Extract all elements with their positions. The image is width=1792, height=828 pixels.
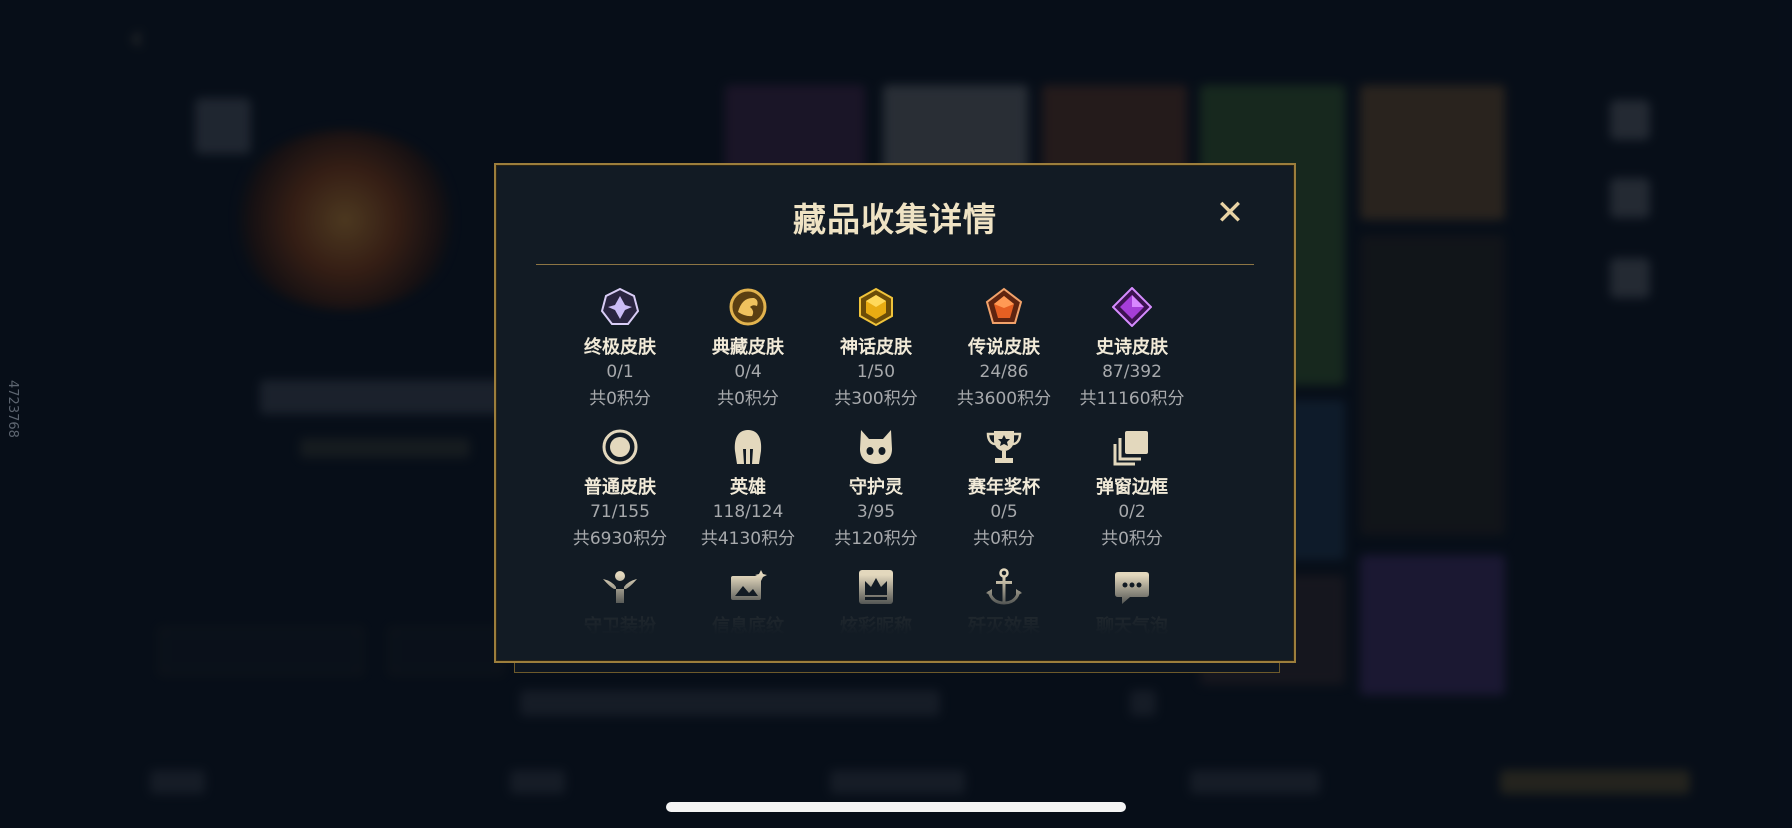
- collection-item-ace-effect[interactable]: 歼灭效果: [940, 567, 1068, 638]
- collection-item-ultimate[interactable]: 终极皮肤 0/1 共0积分: [556, 287, 684, 409]
- champion-helmet-icon: [728, 427, 768, 467]
- item-count: 3/95: [856, 502, 896, 522]
- item-points: 共0积分: [973, 529, 1035, 549]
- watermark: 4723768: [5, 380, 20, 438]
- prestige-dragon-icon: [728, 287, 768, 327]
- info-card-icon: [728, 567, 768, 607]
- mythic-gem-icon: [856, 287, 896, 327]
- collection-item-prestige[interactable]: 典藏皮肤 0/4 共0积分: [684, 287, 812, 409]
- item-label: 普通皮肤: [584, 477, 656, 498]
- item-points: 共3600积分: [956, 389, 1052, 409]
- item-label: 歼灭效果: [968, 616, 1040, 637]
- collection-details-dialog: 藏品收集详情 ✕ 终极皮肤 0/1 共0积分 典藏皮肤 0/4 共0积分 神话皮…: [494, 163, 1296, 663]
- collection-item-mythic[interactable]: 神话皮肤 1/50 共300积分: [812, 287, 940, 409]
- collection-grid: 终极皮肤 0/1 共0积分 典藏皮肤 0/4 共0积分 神话皮肤 1/50 共3…: [556, 287, 1196, 638]
- item-points: 共0积分: [589, 389, 651, 409]
- collection-item-legendary[interactable]: 传说皮肤 24/86 共3600积分: [940, 287, 1068, 409]
- item-label: 英雄: [730, 477, 766, 498]
- item-points: 共11160积分: [1079, 389, 1185, 409]
- collection-item-frame[interactable]: 弹窗边框 0/2 共0积分: [1068, 427, 1196, 549]
- item-label: 信息底纹: [712, 616, 784, 637]
- item-count: 0/4: [734, 362, 762, 382]
- close-icon[interactable]: ✕: [1212, 195, 1248, 231]
- item-label: 守护灵: [849, 477, 903, 498]
- dialog-title: 藏品收集详情: [793, 200, 997, 239]
- crown-nameplate-icon: [856, 567, 896, 607]
- frame-stack-icon: [1112, 427, 1152, 467]
- item-label: 赛年奖杯: [968, 477, 1040, 498]
- ward-skin-icon: [600, 567, 640, 607]
- item-label: 神话皮肤: [840, 337, 912, 358]
- collection-item-standard[interactable]: 普通皮肤 71/155 共6930积分: [556, 427, 684, 549]
- collection-item-info-card[interactable]: 信息底纹: [684, 567, 812, 638]
- item-count: 87/392: [1102, 362, 1162, 382]
- item-count: 0/5: [990, 502, 1018, 522]
- item-count: 118/124: [712, 502, 784, 522]
- item-points: 共4130积分: [700, 529, 796, 549]
- item-label: 史诗皮肤: [1096, 337, 1168, 358]
- item-label: 聊天气泡: [1096, 616, 1168, 637]
- item-count: 0/1: [606, 362, 634, 382]
- anchor-icon: [984, 567, 1024, 607]
- trophy-icon: [984, 427, 1024, 467]
- collection-item-nameplate[interactable]: 炫彩昵称: [812, 567, 940, 638]
- home-indicator[interactable]: [666, 802, 1126, 812]
- item-label: 守卫装扮: [584, 616, 656, 637]
- item-count: 1/50: [856, 362, 896, 382]
- legendary-gem-icon: [984, 287, 1024, 327]
- item-label: 炫彩昵称: [840, 616, 912, 637]
- collection-item-champion[interactable]: 英雄 118/124 共4130积分: [684, 427, 812, 549]
- chat-bubble-icon: [1112, 567, 1152, 607]
- item-count: 24/86: [979, 362, 1029, 382]
- collection-item-guardian[interactable]: 守护灵 3/95 共120积分: [812, 427, 940, 549]
- standard-circle-icon: [600, 427, 640, 467]
- item-points: 共0积分: [717, 389, 779, 409]
- item-label: 弹窗边框: [1096, 477, 1168, 498]
- collection-item-chat-bubble[interactable]: 聊天气泡: [1068, 567, 1196, 638]
- title-divider: [536, 264, 1254, 265]
- item-label: 典藏皮肤: [712, 337, 784, 358]
- item-label: 传说皮肤: [968, 337, 1040, 358]
- item-count: 0/2: [1118, 502, 1146, 522]
- collection-item-epic[interactable]: 史诗皮肤 87/392 共11160积分: [1068, 287, 1196, 409]
- epic-gem-icon: [1112, 287, 1152, 327]
- ultimate-gem-icon: [600, 287, 640, 327]
- item-points: 共0积分: [1101, 529, 1163, 549]
- item-points: 共120积分: [834, 529, 918, 549]
- collection-item-trophy[interactable]: 赛年奖杯 0/5 共0积分: [940, 427, 1068, 549]
- collection-item-ward-skin[interactable]: 守卫装扮: [556, 567, 684, 638]
- item-points: 共6930积分: [572, 529, 668, 549]
- item-points: 共300积分: [834, 389, 918, 409]
- item-label: 终极皮肤: [584, 337, 656, 358]
- item-count: 71/155: [590, 502, 650, 522]
- guardian-pet-icon: [856, 427, 896, 467]
